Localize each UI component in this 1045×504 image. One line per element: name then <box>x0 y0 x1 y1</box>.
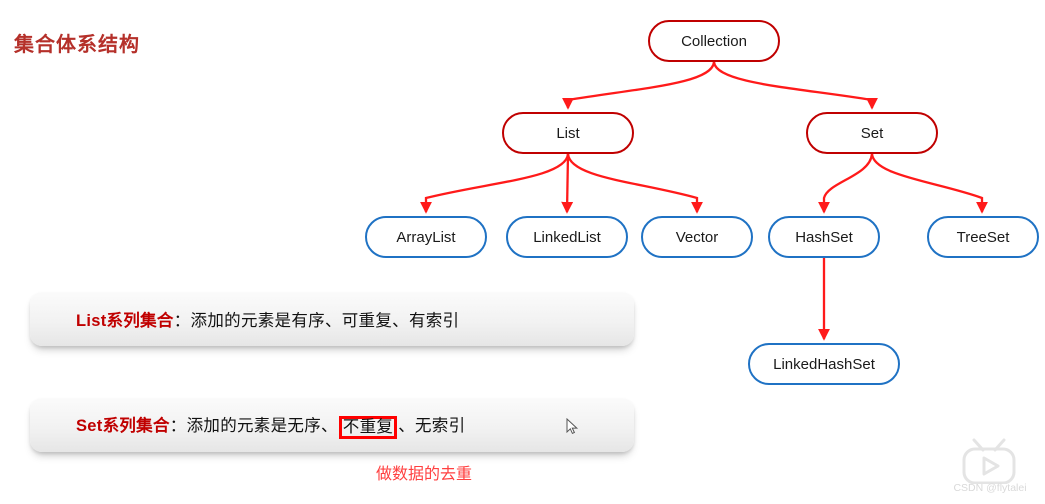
list-banner-key: List系列集合 <box>76 312 174 330</box>
node-treeset-label: TreeSet <box>956 228 1010 246</box>
list-banner-separator: ： <box>173 312 191 330</box>
node-collection[interactable]: Collection <box>648 20 780 62</box>
node-vector-label: Vector <box>675 228 719 246</box>
node-arraylist-label: ArrayList <box>396 228 456 246</box>
node-list-label: List <box>556 124 580 142</box>
set-series-banner: Set系列集合：添加的元素是无序、 不重复 、无索引 <box>30 398 634 452</box>
list-banner-text: List系列集合：添加的元素是有序、可重复、有索引 <box>30 307 459 331</box>
node-set[interactable]: Set <box>806 112 938 154</box>
node-collection-label: Collection <box>681 32 747 50</box>
node-set-label: Set <box>860 124 884 142</box>
watermark-text: CSDN @flytalei <box>953 482 1027 494</box>
list-banner-body: 添加的元素是有序、可重复、有索引 <box>190 312 460 330</box>
node-vector[interactable]: Vector <box>641 216 753 258</box>
edge-list-vector <box>566 153 703 214</box>
node-treeset[interactable]: TreeSet <box>927 216 1039 258</box>
dedup-annotation: 做数据的去重 <box>376 466 473 483</box>
node-linkedlist-label: LinkedList <box>533 228 601 246</box>
edge-set-treeset <box>870 153 988 214</box>
node-hashset-label: HashSet <box>795 228 853 246</box>
edge-list-arraylist <box>420 153 570 214</box>
node-linkedlist[interactable]: LinkedList <box>506 216 628 258</box>
set-banner-key: Set系列集合 <box>76 416 170 435</box>
node-list[interactable]: List <box>502 112 634 154</box>
highlight-box-no-duplicates: 不重复 <box>338 415 398 440</box>
play-tv-icon <box>962 438 1016 484</box>
set-banner-body-before: 添加的元素是无序、 <box>186 416 338 435</box>
watermark: CSDN @flytalei <box>940 438 1040 500</box>
edge-collection-set <box>712 61 878 110</box>
list-series-banner: List系列集合：添加的元素是有序、可重复、有索引 <box>30 292 634 346</box>
edge-set-hashset <box>818 153 874 214</box>
set-banner-separator: ： <box>169 416 187 435</box>
set-banner-body-after: 、无索引 <box>398 416 466 435</box>
mouse-pointer-icon <box>566 418 579 435</box>
node-linkedhashset[interactable]: LinkedHashSet <box>748 343 900 385</box>
edge-collection-list <box>562 61 716 110</box>
node-hashset[interactable]: HashSet <box>768 216 880 258</box>
edge-list-linkedlist <box>561 153 574 214</box>
node-linkedhashset-label: LinkedHashSet <box>773 355 875 373</box>
node-arraylist[interactable]: ArrayList <box>365 216 487 258</box>
set-banner-text: Set系列集合：添加的元素是无序、 不重复 、无索引 <box>30 412 466 440</box>
